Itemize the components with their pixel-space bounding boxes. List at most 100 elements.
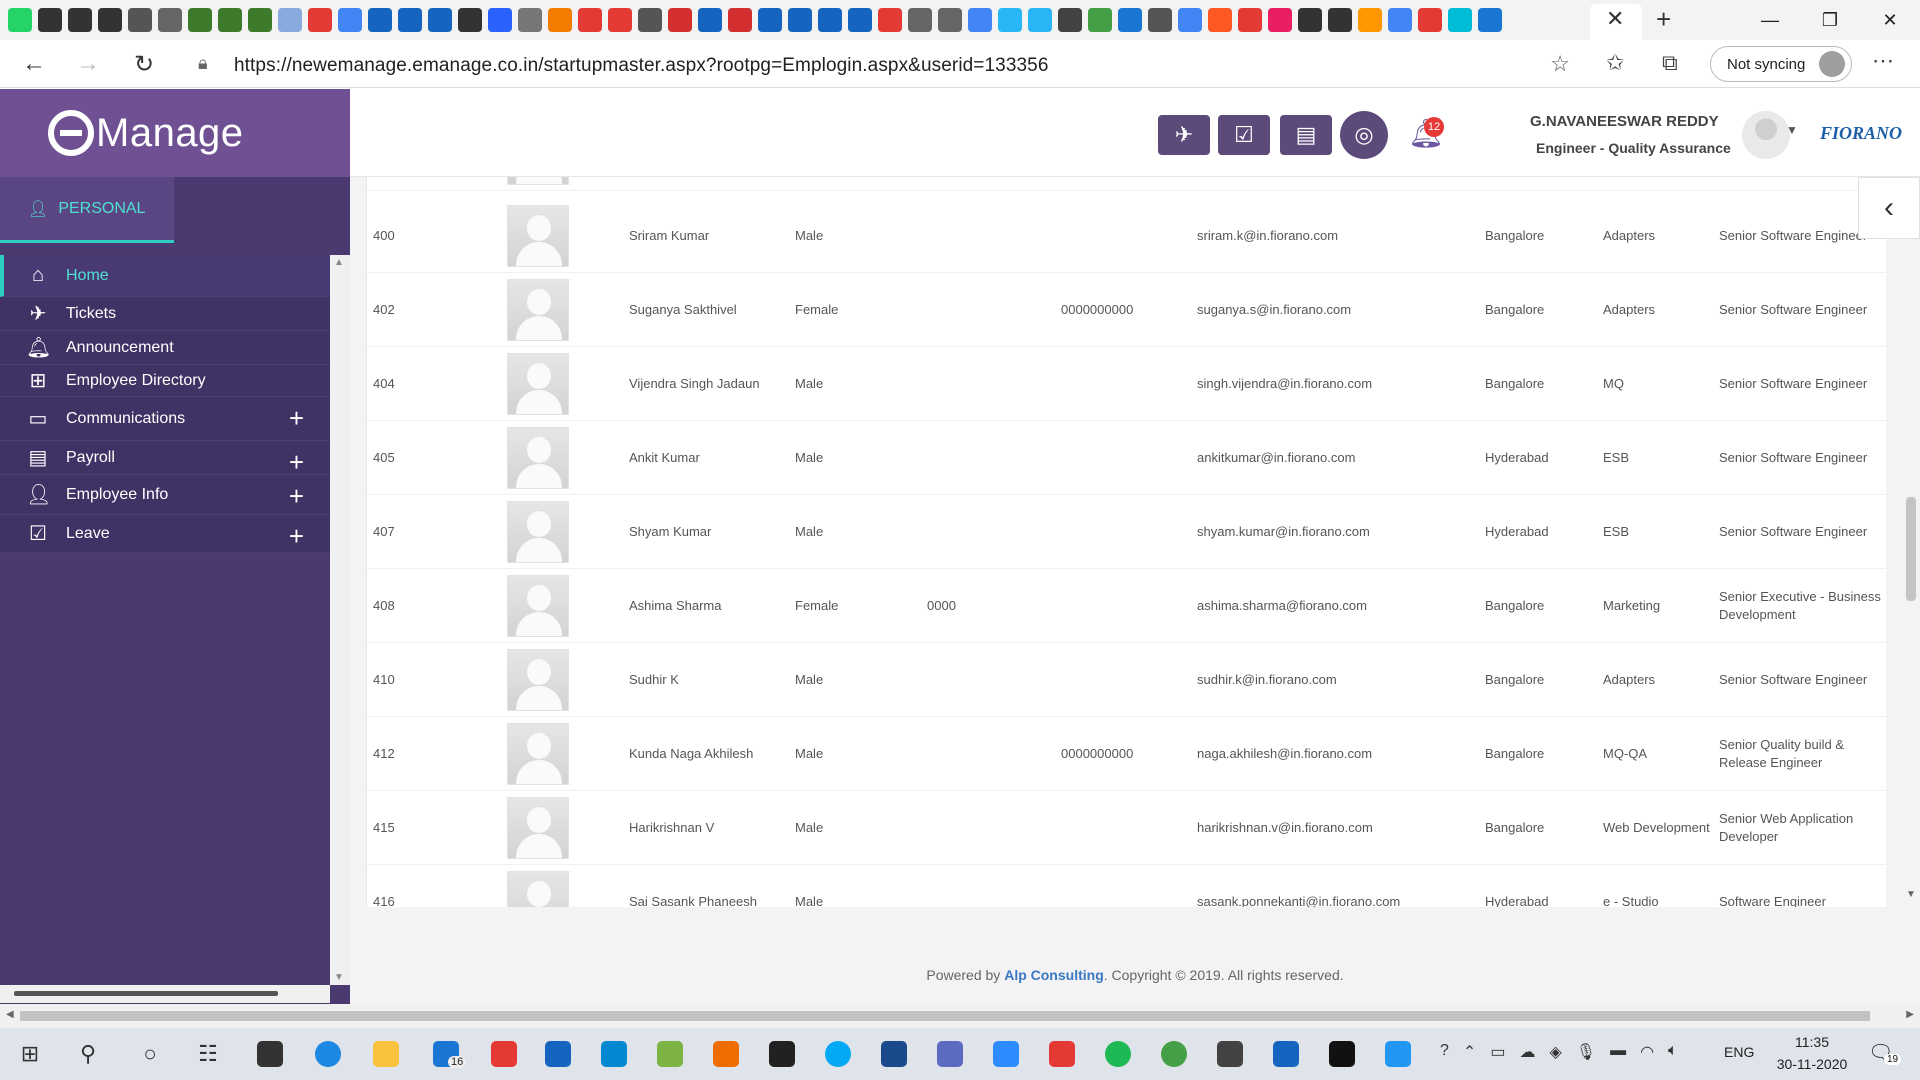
- sidebar-scrollbar[interactable]: ▲ ▼: [330, 255, 350, 985]
- tab-favicon-icon[interactable]: [1178, 8, 1202, 32]
- cell-email[interactable]: harikrishnan.v@in.fiorano.com: [1197, 791, 1477, 865]
- tab-favicon-icon[interactable]: [818, 8, 842, 32]
- cell-email[interactable]: sudhir.k@in.fiorano.com: [1197, 643, 1477, 717]
- tab-favicon-icon[interactable]: [878, 8, 902, 32]
- table-row[interactable]: 415 Harikrishnan V Male harikrishnan.v@in.f…: [367, 791, 1886, 865]
- spotify-icon[interactable]: [1100, 1036, 1136, 1072]
- tab-favicon-icon[interactable]: [128, 8, 152, 32]
- tab-favicon-icon[interactable]: [1118, 8, 1142, 32]
- tab-favicon-icon[interactable]: [758, 8, 782, 32]
- dropbox-icon[interactable]: ◈: [1549, 1042, 1561, 1062]
- tab-favicon-icon[interactable]: [308, 8, 332, 32]
- tab-favicon-icon[interactable]: [1328, 8, 1352, 32]
- refresh-icon[interactable]: ↻: [128, 48, 160, 80]
- employee-photo[interactable]: [507, 177, 569, 191]
- tab-favicon-icon[interactable]: [698, 8, 722, 32]
- tab-favicon-icon[interactable]: [1358, 8, 1382, 32]
- calendar-check-icon[interactable]: ☑: [1218, 115, 1270, 155]
- volume-icon[interactable]: 🔈︎: [1668, 1042, 1678, 1062]
- maximize-icon[interactable]: ❐: [1800, 0, 1860, 40]
- tab-favicon-icon[interactable]: [668, 8, 692, 32]
- app-icon[interactable]: [1044, 1036, 1080, 1072]
- tab-favicon-icon[interactable]: [1388, 8, 1412, 32]
- tab-favicon-icon[interactable]: [1448, 8, 1472, 32]
- user-avatar[interactable]: [1742, 111, 1790, 159]
- tab-favicon-icon[interactable]: [1148, 8, 1172, 32]
- favorite-star-icon[interactable]: ☆: [1550, 51, 1570, 77]
- expand-plus-icon[interactable]: +: [289, 521, 304, 552]
- store-icon[interactable]: [252, 1036, 288, 1072]
- tab-favicon-icon[interactable]: [848, 8, 872, 32]
- tab-favicon-icon[interactable]: [98, 8, 122, 32]
- sidebar-item-tickets[interactable]: ✈ Tickets: [0, 297, 330, 331]
- microphone-icon[interactable]: 🎙︎: [1576, 1042, 1596, 1062]
- tab-favicon-icon[interactable]: [368, 8, 392, 32]
- tab-favicon-icon[interactable]: [1478, 8, 1502, 32]
- sidebar-item-communications[interactable]: ▭ Communications +: [0, 397, 330, 441]
- tab-favicon-icon[interactable]: [188, 8, 212, 32]
- employee-photo[interactable]: [507, 791, 569, 865]
- table-row[interactable]: 416 Sai Sasank Phaneesh Male sasank.ponneka…: [367, 865, 1886, 907]
- scroll-down-icon[interactable]: ▼: [1906, 889, 1916, 900]
- skype-icon[interactable]: [820, 1036, 856, 1072]
- tab-favicon-icon[interactable]: [458, 8, 482, 32]
- table-row[interactable]: 405 Ankit Kumar Male ankitkumar@in.fiorano.…: [367, 421, 1886, 495]
- sidebar-item-home[interactable]: ⌂ Home: [0, 255, 330, 297]
- chevron-down-icon[interactable]: ▼: [1786, 123, 1798, 137]
- profile-sync-button[interactable]: Not syncing: [1710, 46, 1852, 82]
- expand-plus-icon[interactable]: +: [289, 481, 304, 512]
- tab-favicon-icon[interactable]: [338, 8, 362, 32]
- sidebar-item-employee-directory[interactable]: ⊞ Employee Directory: [0, 365, 330, 397]
- app-icon[interactable]: [708, 1036, 744, 1072]
- forward-icon[interactable]: →: [72, 48, 104, 80]
- tab-favicon-icon[interactable]: [398, 8, 422, 32]
- chevron-up-icon[interactable]: ⌃: [1463, 1042, 1476, 1062]
- scroll-right-icon[interactable]: ▶: [1906, 1009, 1914, 1020]
- app-logo[interactable]: Manage: [0, 89, 350, 177]
- tab-favicon-icon[interactable]: [1298, 8, 1322, 32]
- favorites-icon[interactable]: ✩: [1606, 50, 1624, 76]
- powershell-icon[interactable]: [876, 1036, 912, 1072]
- app-icon[interactable]: [596, 1036, 632, 1072]
- tab-favicon-icon[interactable]: [1418, 8, 1442, 32]
- task-view-icon[interactable]: ☷: [190, 1036, 226, 1072]
- employee-photo[interactable]: [507, 347, 569, 421]
- zoom-icon[interactable]: [988, 1036, 1024, 1072]
- wifi-icon[interactable]: ◠: [1640, 1042, 1654, 1062]
- tab-favicon-icon[interactable]: [248, 8, 272, 32]
- table-row[interactable]: 407 Shyam Kumar Male shyam.kumar@in.fiorano…: [367, 495, 1886, 569]
- table-row[interactable]: 410 Sudhir K Male sudhir.k@in.fiorano.com Ba…: [367, 643, 1886, 717]
- cell-email[interactable]: sriram.k@in.fiorano.com: [1197, 199, 1477, 273]
- clock-date[interactable]: 30-11-2020: [1772, 1056, 1852, 1072]
- file-explorer-icon[interactable]: [368, 1036, 404, 1072]
- tab-favicon-icon[interactable]: [548, 8, 572, 32]
- content-scrollbar[interactable]: ▼: [1900, 177, 1920, 907]
- table-row[interactable]: 402 Suganya Sakthivel Female 0000000000 suga…: [367, 273, 1886, 347]
- scroll-down-icon[interactable]: ▼: [334, 972, 344, 983]
- cell-email[interactable]: shyam.kumar@in.fiorano.com: [1197, 495, 1477, 569]
- tab-favicon-icon[interactable]: [488, 8, 512, 32]
- tab-favicon-icon[interactable]: [1268, 8, 1292, 32]
- page-horizontal-scrollbar[interactable]: ◀ ▶: [0, 1004, 1920, 1028]
- tab-favicon-icon[interactable]: [8, 8, 32, 32]
- clock-time[interactable]: 11:35: [1772, 1034, 1852, 1050]
- travel-plane-icon[interactable]: ✈: [1158, 115, 1210, 155]
- tab-personal[interactable]: 👤︎ PERSONAL: [0, 177, 174, 243]
- tab-favicon-icon[interactable]: [1208, 8, 1232, 32]
- tab-favicon-icon[interactable]: [578, 8, 602, 32]
- employee-photo[interactable]: [507, 199, 569, 273]
- tab-favicon-icon[interactable]: [218, 8, 242, 32]
- edge-browser-icon[interactable]: [310, 1036, 346, 1072]
- network-icon[interactable]: [932, 1036, 968, 1072]
- device-icon[interactable]: ▭: [1490, 1042, 1505, 1062]
- tab-favicon-icon[interactable]: [938, 8, 962, 32]
- utorrent-icon[interactable]: [1156, 1036, 1192, 1072]
- sidebar-item-leave[interactable]: ☑ Leave +: [0, 515, 330, 553]
- expand-plus-icon[interactable]: +: [289, 403, 304, 434]
- scroll-thumb[interactable]: [1906, 497, 1916, 601]
- employee-photo[interactable]: [507, 717, 569, 791]
- tab-favicon-icon[interactable]: [638, 8, 662, 32]
- scroll-thumb[interactable]: [14, 991, 278, 996]
- minimize-icon[interactable]: —: [1740, 0, 1800, 40]
- language-indicator[interactable]: ENG: [1724, 1044, 1754, 1060]
